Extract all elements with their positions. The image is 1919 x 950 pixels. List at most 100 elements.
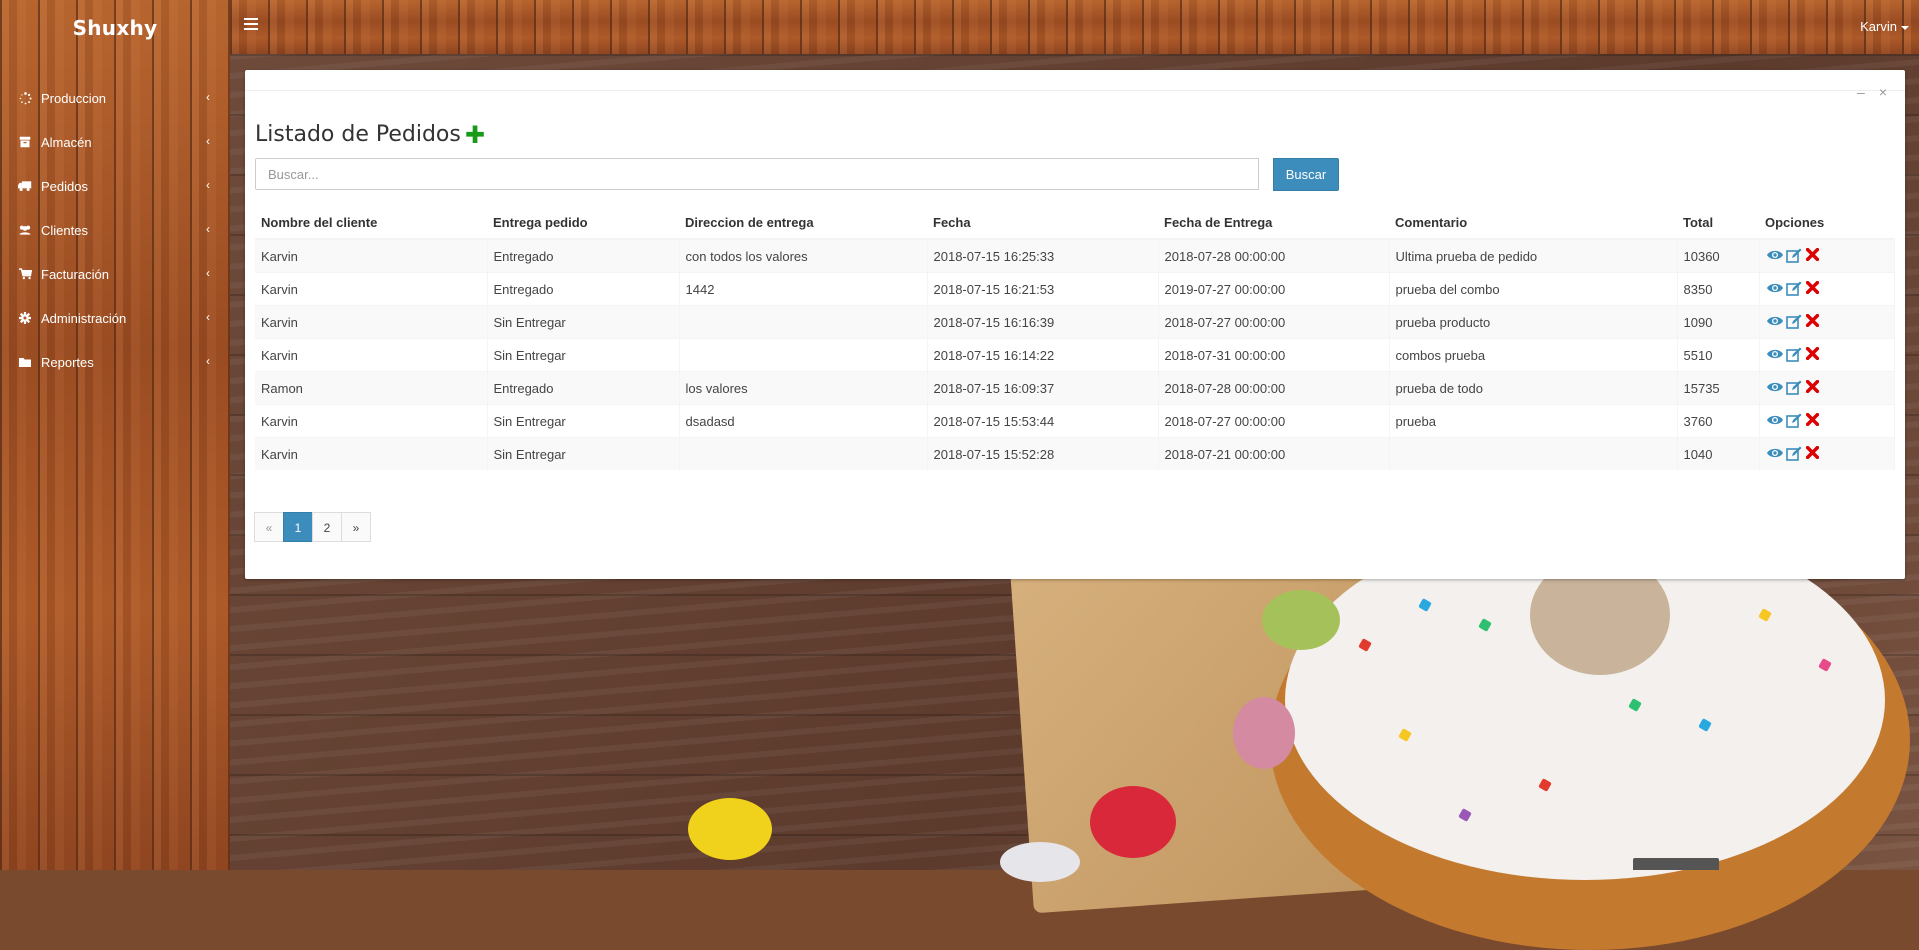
page-title-text: Listado de Pedidos: [255, 122, 461, 147]
column-header[interactable]: Total: [1677, 206, 1759, 240]
table-cell: Sin Entregar: [487, 437, 680, 470]
eye-icon[interactable]: [1766, 347, 1784, 363]
add-order-icon[interactable]: ✚: [465, 122, 485, 148]
sidebar-menu: Produccion ‹ Almacén ‹ Pedidos ‹ Cliente…: [0, 76, 230, 384]
row-options: [1759, 404, 1895, 438]
eye-icon[interactable]: [1766, 281, 1784, 297]
user-menu[interactable]: Karvin: [1860, 19, 1909, 34]
column-header[interactable]: Fecha de Entrega: [1158, 206, 1389, 240]
menu-toggle-icon[interactable]: [244, 18, 258, 32]
table-cell: Karvin: [255, 437, 488, 470]
table-row[interactable]: Karvin Sin Entregar dsadasd 2018-07-15 15:5…: [255, 404, 1895, 438]
table-cell: 15735: [1677, 371, 1760, 405]
column-header[interactable]: Direccion de entrega: [679, 206, 927, 240]
brand-logo[interactable]: Shuxhy: [0, 0, 230, 56]
edit-icon[interactable]: [1785, 281, 1804, 297]
sidebar-item-label: Clientes: [41, 222, 88, 238]
table-cell: 2018-07-28 00:00:00: [1158, 238, 1390, 273]
delete-icon[interactable]: [1804, 247, 1824, 264]
sidebar-item-label: Administración: [41, 310, 127, 326]
chevron-left-icon: ‹: [206, 310, 210, 324]
chevron-left-icon: ‹: [206, 134, 210, 148]
table-cell: prueba del combo: [1389, 272, 1678, 306]
pagination-prev[interactable]: «: [254, 512, 284, 542]
table-row[interactable]: Karvin Entregado 1442 2018-07-15 16:21:53 20…: [255, 272, 1895, 306]
delete-icon[interactable]: [1804, 313, 1824, 330]
table-cell: 1442: [679, 272, 928, 306]
table-cell: los valores: [679, 371, 928, 405]
sidebar-item-label: Almacén: [41, 134, 92, 150]
orders-table: Nombre del cliente Entrega pedido Direcc…: [255, 206, 1895, 470]
table-cell: 2018-07-15 16:09:37: [927, 371, 1159, 405]
edit-icon[interactable]: [1785, 314, 1804, 330]
row-options: [1759, 238, 1895, 273]
caret-down-icon: [1901, 25, 1909, 30]
pagination-page-1[interactable]: 1: [283, 512, 313, 542]
search-input[interactable]: [255, 158, 1259, 190]
table-cell: Karvin: [255, 272, 488, 306]
page-title: Listado de Pedidos ✚: [255, 122, 485, 148]
delete-icon[interactable]: [1804, 412, 1824, 429]
edit-icon[interactable]: [1785, 347, 1804, 363]
row-options: [1759, 371, 1895, 405]
row-options: [1759, 272, 1895, 306]
orders-panel: –× Listado de Pedidos✚ Buscar Nombre del…: [245, 70, 1905, 579]
eye-icon[interactable]: [1766, 413, 1784, 429]
minimize-icon[interactable]: –: [1857, 84, 1865, 100]
table-cell: 2018-07-15 15:53:44: [927, 404, 1159, 438]
row-options: [1759, 437, 1895, 470]
table-row[interactable]: Ramon Entregado los valores 2018-07-15 16:0…: [255, 371, 1895, 405]
table-cell: 2018-07-15 16:25:33: [927, 238, 1159, 273]
column-header[interactable]: Fecha: [927, 206, 1158, 240]
chevron-left-icon: ‹: [206, 266, 210, 280]
delete-icon[interactable]: [1804, 379, 1824, 396]
pagination-next[interactable]: »: [341, 512, 371, 542]
table-cell: Sin Entregar: [487, 404, 680, 438]
delete-icon[interactable]: [1804, 280, 1824, 297]
eye-icon[interactable]: [1766, 314, 1784, 330]
table-cell: [679, 338, 928, 372]
folder-icon: [18, 355, 32, 369]
chevron-left-icon: ‹: [206, 90, 210, 104]
sidebar-item-clientes[interactable]: Clientes ‹: [0, 208, 230, 252]
sidebar-item-label: Pedidos: [41, 178, 88, 194]
sidebar-item-almacen[interactable]: Almacén ‹: [0, 120, 230, 164]
table-row[interactable]: Karvin Entregado con todos los valores 2018…: [255, 238, 1895, 273]
delete-icon[interactable]: [1804, 346, 1824, 363]
background-candy: [688, 798, 772, 860]
table-cell: Karvin: [255, 238, 488, 273]
pagination-page-2[interactable]: 2: [312, 512, 342, 542]
table-cell: 2018-07-28 00:00:00: [1158, 371, 1390, 405]
column-header[interactable]: Nombre del cliente: [255, 206, 487, 240]
row-options: [1759, 305, 1895, 339]
eye-icon[interactable]: [1766, 248, 1784, 264]
close-icon[interactable]: ×: [1879, 84, 1887, 100]
sidebar-item-administracion[interactable]: Administración ‹: [0, 296, 230, 340]
table-cell: 8350: [1677, 272, 1760, 306]
background-candy: [1090, 786, 1176, 858]
edit-icon[interactable]: [1785, 380, 1804, 396]
column-header[interactable]: Entrega pedido: [487, 206, 679, 240]
sidebar-item-reportes[interactable]: Reportes ‹: [0, 340, 230, 384]
eye-icon[interactable]: [1766, 446, 1784, 462]
sidebar-item-pedidos[interactable]: Pedidos ‹: [0, 164, 230, 208]
truck-icon: [18, 179, 32, 193]
sidebar-item-label: Facturación: [41, 266, 109, 282]
delete-icon[interactable]: [1804, 445, 1824, 462]
top-navbar: Karvin: [230, 0, 1919, 54]
table-cell: Karvin: [255, 338, 488, 372]
table-row[interactable]: Karvin Sin Entregar 2018-07-15 16:16:39 201…: [255, 305, 1895, 339]
table-cell: con todos los valores: [679, 238, 928, 273]
table-cell: 2018-07-31 00:00:00: [1158, 338, 1390, 372]
edit-icon[interactable]: [1785, 248, 1804, 264]
edit-icon[interactable]: [1785, 413, 1804, 429]
table-row[interactable]: Karvin Sin Entregar 2018-07-15 15:52:28 201…: [255, 437, 1895, 470]
table-cell: Sin Entregar: [487, 338, 680, 372]
sidebar-item-facturacion[interactable]: Facturación ‹: [0, 252, 230, 296]
search-button[interactable]: Buscar: [1273, 158, 1339, 191]
sidebar-item-produccion[interactable]: Produccion ‹: [0, 76, 230, 120]
edit-icon[interactable]: [1785, 446, 1804, 462]
column-header[interactable]: Comentario: [1389, 206, 1677, 240]
table-row[interactable]: Karvin Sin Entregar 2018-07-15 16:14:22 201…: [255, 338, 1895, 372]
eye-icon[interactable]: [1766, 380, 1784, 396]
